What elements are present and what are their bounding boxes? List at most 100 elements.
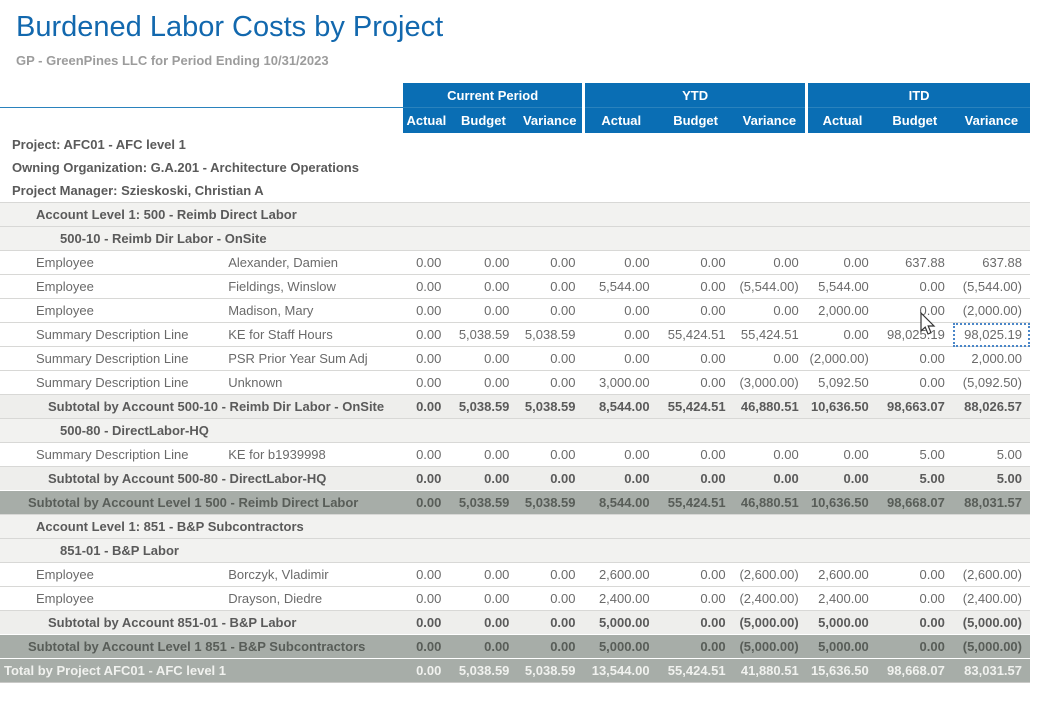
value-cell[interactable]: 0.00 (877, 611, 953, 635)
value-cell[interactable]: 0.00 (403, 659, 449, 683)
value-cell[interactable]: 5,000.00 (807, 635, 877, 659)
value-cell[interactable]: (2,600.00) (734, 563, 807, 587)
value-cell[interactable]: 2,400.00 (807, 587, 877, 611)
value-cell[interactable]: 5.00 (877, 443, 953, 467)
value-cell[interactable]: 5,038.59 (517, 395, 583, 419)
value-cell[interactable]: 55,424.51 (658, 491, 734, 515)
value-cell[interactable]: 0.00 (658, 563, 734, 587)
value-cell[interactable]: 0.00 (403, 347, 449, 371)
value-cell[interactable]: 55,424.51 (734, 323, 807, 347)
value-cell[interactable]: 0.00 (403, 275, 449, 299)
value-cell[interactable]: 5,038.59 (449, 659, 517, 683)
value-cell[interactable]: 0.00 (877, 299, 953, 323)
value-cell[interactable]: 0.00 (877, 587, 953, 611)
value-cell[interactable]: 0.00 (807, 323, 877, 347)
value-cell[interactable]: 0.00 (449, 347, 517, 371)
value-cell[interactable]: 0.00 (734, 299, 807, 323)
value-cell[interactable]: (2,000.00) (807, 347, 877, 371)
value-cell[interactable]: 41,880.51 (734, 659, 807, 683)
value-cell[interactable]: 0.00 (403, 611, 449, 635)
value-cell[interactable]: 5,000.00 (584, 635, 658, 659)
value-cell[interactable]: 5.00 (877, 467, 953, 491)
value-cell[interactable]: 0.00 (734, 347, 807, 371)
value-cell[interactable]: 0.00 (807, 467, 877, 491)
value-cell[interactable]: 98,668.07 (877, 491, 953, 515)
value-cell[interactable]: 2,600.00 (584, 563, 658, 587)
value-cell[interactable]: 0.00 (449, 371, 517, 395)
value-cell[interactable]: 98,668.07 (877, 659, 953, 683)
value-cell[interactable]: 0.00 (449, 635, 517, 659)
value-cell[interactable]: 88,031.57 (953, 491, 1030, 515)
value-cell[interactable]: 0.00 (734, 443, 807, 467)
value-cell[interactable]: 0.00 (877, 347, 953, 371)
value-cell[interactable]: (2,400.00) (734, 587, 807, 611)
value-cell[interactable]: 5.00 (953, 467, 1030, 491)
value-cell[interactable]: (3,000.00) (734, 371, 807, 395)
value-cell[interactable]: 0.00 (403, 491, 449, 515)
value-cell[interactable]: 0.00 (403, 371, 449, 395)
value-cell[interactable]: 55,424.51 (658, 323, 734, 347)
value-cell[interactable]: 0.00 (517, 251, 583, 275)
value-cell[interactable]: 2,600.00 (807, 563, 877, 587)
value-cell[interactable]: 5.00 (953, 443, 1030, 467)
value-cell[interactable]: 0.00 (403, 251, 449, 275)
value-cell[interactable]: 0.00 (734, 251, 807, 275)
value-cell[interactable]: 637.88 (953, 251, 1030, 275)
value-cell[interactable]: 0.00 (734, 467, 807, 491)
value-cell[interactable]: 637.88 (877, 251, 953, 275)
value-cell[interactable]: 5,038.59 (517, 659, 583, 683)
value-cell[interactable]: 5,038.59 (517, 491, 583, 515)
value-cell[interactable]: 0.00 (584, 443, 658, 467)
value-cell[interactable]: 0.00 (877, 635, 953, 659)
value-cell[interactable]: 0.00 (517, 299, 583, 323)
value-cell[interactable]: 0.00 (517, 443, 583, 467)
value-cell[interactable]: (2,600.00) (953, 563, 1030, 587)
value-cell[interactable]: 5,000.00 (807, 611, 877, 635)
value-cell[interactable]: 0.00 (658, 347, 734, 371)
value-cell[interactable]: 0.00 (658, 251, 734, 275)
value-cell[interactable]: 0.00 (449, 299, 517, 323)
value-cell[interactable]: 55,424.51 (658, 659, 734, 683)
value-cell[interactable]: 2,000.00 (807, 299, 877, 323)
value-cell[interactable]: 0.00 (517, 275, 583, 299)
value-cell[interactable]: 0.00 (449, 563, 517, 587)
value-cell[interactable]: 5,038.59 (517, 323, 583, 347)
value-cell[interactable]: 0.00 (449, 275, 517, 299)
value-cell[interactable]: 0.00 (403, 443, 449, 467)
value-cell[interactable]: 0.00 (403, 563, 449, 587)
value-cell[interactable]: 0.00 (517, 467, 583, 491)
value-cell[interactable]: 0.00 (403, 467, 449, 491)
value-cell[interactable]: 10,636.50 (807, 491, 877, 515)
value-cell[interactable]: 15,636.50 (807, 659, 877, 683)
value-cell[interactable]: 5,544.00 (584, 275, 658, 299)
value-cell[interactable]: 8,544.00 (584, 395, 658, 419)
value-cell[interactable]: 0.00 (584, 323, 658, 347)
value-cell[interactable]: 0.00 (449, 587, 517, 611)
value-cell[interactable]: 0.00 (658, 635, 734, 659)
value-cell[interactable]: 0.00 (449, 467, 517, 491)
value-cell[interactable]: 0.00 (658, 371, 734, 395)
value-cell[interactable]: 0.00 (658, 443, 734, 467)
value-cell[interactable]: (5,000.00) (734, 611, 807, 635)
value-cell[interactable]: 5,092.50 (807, 371, 877, 395)
value-cell[interactable]: 88,026.57 (953, 395, 1030, 419)
value-cell[interactable]: 0.00 (449, 611, 517, 635)
value-cell[interactable]: 5,038.59 (449, 323, 517, 347)
value-cell[interactable]: 0.00 (658, 587, 734, 611)
value-cell[interactable]: 46,880.51 (734, 491, 807, 515)
value-cell[interactable]: (5,000.00) (953, 611, 1030, 635)
value-cell[interactable]: 0.00 (517, 371, 583, 395)
value-cell[interactable]: 5,038.59 (449, 491, 517, 515)
value-cell[interactable]: 3,000.00 (584, 371, 658, 395)
value-cell[interactable]: (2,000.00) (953, 299, 1030, 323)
value-cell[interactable]: 0.00 (517, 347, 583, 371)
value-cell[interactable]: 0.00 (807, 251, 877, 275)
value-cell[interactable]: 0.00 (449, 251, 517, 275)
value-cell[interactable]: 0.00 (403, 395, 449, 419)
value-cell[interactable]: 0.00 (807, 443, 877, 467)
value-cell[interactable]: (5,544.00) (734, 275, 807, 299)
value-cell[interactable]: 0.00 (584, 347, 658, 371)
value-cell[interactable]: (5,000.00) (734, 635, 807, 659)
value-cell[interactable]: 13,544.00 (584, 659, 658, 683)
value-cell[interactable]: 10,636.50 (807, 395, 877, 419)
